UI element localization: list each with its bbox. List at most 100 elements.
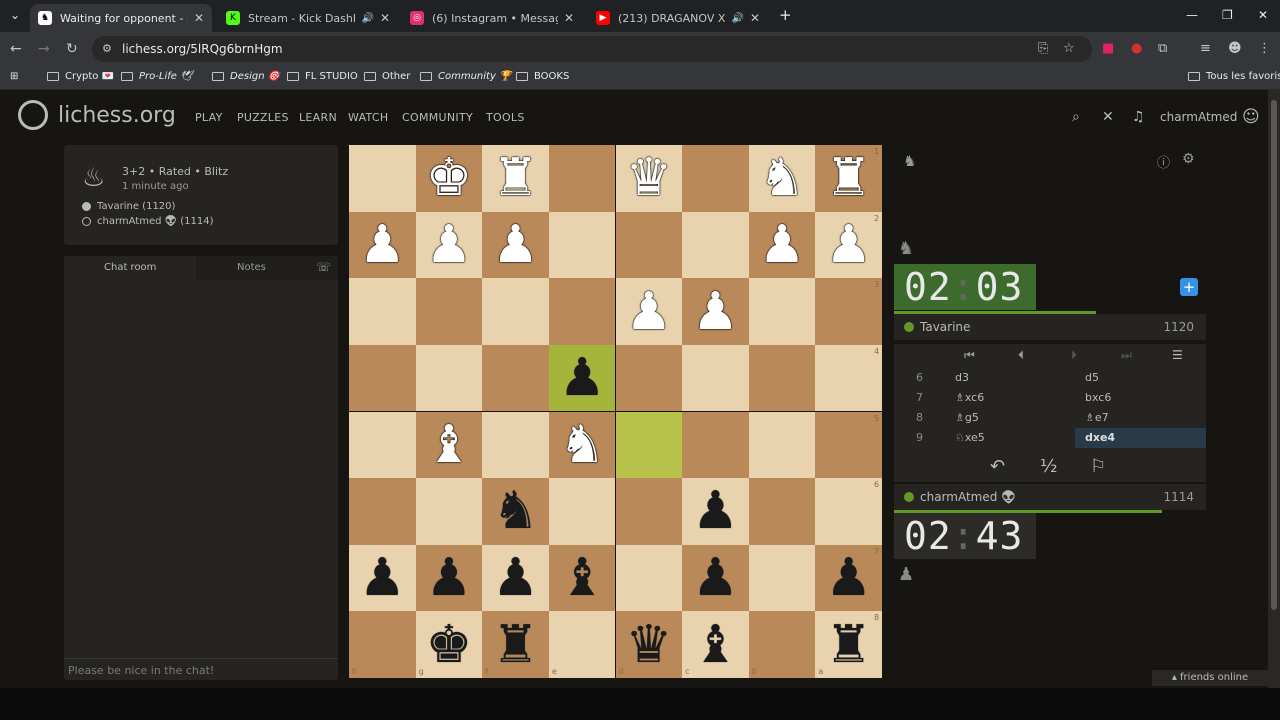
install-app-icon[interactable]: ⎘: [1038, 41, 1048, 56]
tab-lichess[interactable]: ♞ Waiting for opponent - Play Tavarine ✕: [30, 4, 212, 32]
black-king-icon[interactable]: ♚: [426, 619, 473, 671]
white-knight-icon[interactable]: ♞: [759, 152, 806, 204]
extension-red-icon[interactable]: ■: [1102, 41, 1114, 56]
nav-learn[interactable]: LEARN: [299, 111, 337, 124]
square-g5[interactable]: ♝: [415, 411, 483, 479]
square-a1[interactable]: ♜: [815, 145, 882, 212]
square-c7[interactable]: ♟: [682, 544, 749, 612]
square-f1[interactable]: ♜: [482, 145, 549, 212]
white-king-icon[interactable]: ♚: [426, 152, 473, 204]
square-g6[interactable]: [415, 478, 483, 545]
square-h7[interactable]: ♟: [349, 544, 416, 612]
square-h8[interactable]: [349, 611, 416, 678]
square-a2[interactable]: ♟: [815, 211, 882, 279]
bookmark-fl-studio[interactable]: FL STUDIO: [287, 71, 358, 82]
square-d4[interactable]: [615, 344, 683, 412]
square-c8[interactable]: ♝: [682, 611, 749, 678]
square-c5[interactable]: [682, 411, 749, 479]
square-e1[interactable]: [548, 145, 616, 212]
nav-play[interactable]: PLAY: [195, 111, 223, 124]
black-pawn-icon[interactable]: ♟: [492, 552, 539, 604]
next-move-icon[interactable]: ⏵: [1071, 348, 1077, 363]
black-pawn-icon[interactable]: ♟: [825, 552, 872, 604]
close-window-icon[interactable]: ✕: [1258, 8, 1268, 22]
white-rook-icon[interactable]: ♜: [825, 152, 872, 204]
prev-move-icon[interactable]: ⏴: [1018, 348, 1024, 363]
square-f4[interactable]: [482, 344, 549, 412]
profile-avatar-icon[interactable]: ☻: [1228, 41, 1242, 56]
white-move[interactable]: ♗g5: [955, 411, 979, 424]
square-f2[interactable]: ♟: [482, 211, 549, 279]
tab-kick[interactable]: K Stream - Kick Dashboard 🔊 ✕: [218, 4, 398, 32]
square-h1[interactable]: [349, 145, 416, 212]
black-move[interactable]: d5: [1075, 368, 1206, 388]
white-move[interactable]: d3: [955, 371, 969, 384]
close-tab-icon[interactable]: ✕: [750, 11, 760, 25]
menu-icon[interactable]: ☰: [1172, 348, 1183, 362]
square-c6[interactable]: ♟: [682, 478, 749, 545]
white-pawn-icon[interactable]: ♟: [692, 286, 739, 338]
square-c1[interactable]: [682, 145, 749, 212]
square-g7[interactable]: ♟: [415, 544, 483, 612]
site-logo[interactable]: lichess.org: [18, 100, 176, 130]
speaker-icon[interactable]: 🔊: [731, 13, 743, 24]
black-pawn-icon[interactable]: ♟: [692, 485, 739, 537]
black-rook-icon[interactable]: ♜: [492, 619, 539, 671]
reload-icon[interactable]: ↻: [66, 41, 78, 57]
black-pawn-icon[interactable]: ♟: [559, 352, 606, 404]
square-c2[interactable]: [682, 211, 749, 279]
voice-chat-icon[interactable]: ♞: [903, 152, 916, 170]
white-pawn-icon[interactable]: ♟: [492, 219, 539, 271]
black-move[interactable]: dxe4: [1075, 428, 1206, 448]
square-f3[interactable]: [482, 278, 549, 345]
square-c4[interactable]: [682, 344, 749, 412]
tab-notes[interactable]: Notes: [237, 262, 266, 273]
white-pawn-icon[interactable]: ♟: [359, 219, 406, 271]
bookmark-crypto[interactable]: Crypto 💌: [47, 71, 114, 82]
resign-flag-icon[interactable]: ⚐: [1090, 456, 1106, 477]
extensions-icon[interactable]: ⧉: [1158, 41, 1167, 56]
takeback-icon[interactable]: ↶: [990, 456, 1005, 477]
square-f7[interactable]: ♟: [482, 544, 549, 612]
square-a7[interactable]: ♟: [815, 544, 882, 612]
square-g1[interactable]: ♚: [415, 145, 483, 212]
restore-icon[interactable]: ❐: [1222, 8, 1233, 22]
square-b6[interactable]: [748, 478, 816, 545]
square-a6[interactable]: [815, 478, 882, 545]
square-e5[interactable]: ♞: [548, 411, 616, 479]
user-avatar-icon[interactable]: ☺: [1242, 107, 1260, 127]
white-rook-icon[interactable]: ♜: [492, 152, 539, 204]
bookmark-other[interactable]: Other: [364, 71, 410, 82]
white-pawn-icon[interactable]: ♟: [825, 219, 872, 271]
square-d1[interactable]: ♛: [615, 145, 683, 212]
square-e2[interactable]: [548, 211, 616, 279]
square-a3[interactable]: [815, 278, 882, 345]
white-pawn-icon[interactable]: ♟: [625, 286, 672, 338]
square-b4[interactable]: [748, 344, 816, 412]
offer-draw-icon[interactable]: ½: [1040, 456, 1057, 477]
settings-gear-icon[interactable]: ⚙: [1182, 151, 1195, 167]
back-icon[interactable]: ←: [10, 41, 22, 57]
chat-input[interactable]: Please be nice in the chat!: [64, 658, 338, 680]
square-e8[interactable]: [548, 611, 616, 678]
white-pawn-icon[interactable]: ♟: [759, 219, 806, 271]
square-a8[interactable]: ♜: [815, 611, 882, 678]
square-d7[interactable]: [615, 544, 683, 612]
square-a4[interactable]: [815, 344, 882, 412]
black-player[interactable]: charmAtmed 👽 (1114): [82, 216, 214, 227]
speaker-icon[interactable]: 🔊: [361, 13, 373, 24]
friends-online-button[interactable]: ▴ friends online: [1152, 670, 1268, 686]
add-time-button[interactable]: +: [1180, 278, 1198, 296]
black-pawn-icon[interactable]: ♟: [426, 552, 473, 604]
address-bar[interactable]: ⚙ lichess.org/5lRQg6brnHgm: [92, 36, 1092, 62]
square-f6[interactable]: ♞: [482, 478, 549, 545]
square-d2[interactable]: [615, 211, 683, 279]
swords-icon[interactable]: ✕: [1102, 109, 1114, 125]
square-b8[interactable]: [748, 611, 816, 678]
square-e6[interactable]: [548, 478, 616, 545]
square-d5[interactable]: [615, 411, 683, 479]
black-rook-icon[interactable]: ♜: [825, 619, 872, 671]
square-a5[interactable]: [815, 411, 882, 479]
square-e3[interactable]: [548, 278, 616, 345]
media-control-icon[interactable]: ≡: [1200, 41, 1211, 56]
